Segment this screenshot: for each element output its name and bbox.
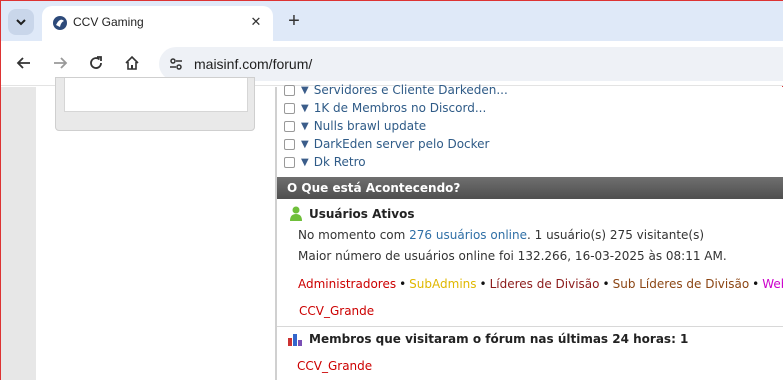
whats-happening-header: O Que está Acontecendo? (277, 177, 783, 199)
visited-members-label: Membros que visitaram o fórum nas última… (309, 332, 689, 346)
forum-page: ▼ Servidores e Cliente Darkeden... ▼ 1K … (1, 77, 783, 380)
thread-link[interactable]: Nulls brawl update (314, 119, 426, 133)
legend-subadmins[interactable]: SubAdmins (409, 277, 476, 291)
online-user-link[interactable]: CCV_Grande (299, 304, 374, 318)
new-tab-button[interactable]: + (283, 10, 305, 32)
legend-administradores[interactable]: Administradores (298, 277, 396, 291)
sidebar-panel-inner (64, 78, 248, 112)
legend-sub-lideres[interactable]: Sub Líderes de Divisão (613, 277, 750, 291)
user-icon (290, 206, 302, 221)
triangle-down-icon: ▼ (301, 120, 309, 132)
triangle-down-icon: ▼ (301, 84, 309, 96)
address-bar[interactable]: maisinf.com/forum/ (159, 47, 783, 81)
site-favicon-icon (53, 16, 67, 30)
reload-button[interactable] (84, 51, 108, 75)
triangle-down-icon: ▼ (301, 156, 309, 168)
online-record: Maior número de usuários online foi 132.… (298, 249, 727, 263)
page-gutter (1, 87, 36, 380)
thread-link[interactable]: Dk Retro (314, 155, 366, 169)
online-users-link[interactable]: 276 usuários online (409, 228, 527, 242)
active-users-label: Usuários Ativos (309, 206, 415, 221)
legend-separator: • (399, 277, 407, 291)
recent-threads-list: ▼ Servidores e Cliente Darkeden... ▼ 1K … (284, 81, 508, 171)
thread-checkbox[interactable] (284, 102, 295, 114)
home-button[interactable] (120, 51, 144, 75)
site-info-button[interactable] (166, 54, 186, 74)
legend-separator: • (602, 277, 610, 291)
triangle-down-icon: ▼ (301, 102, 309, 114)
online-summary: No momento com 276 usuários online. 1 us… (298, 228, 704, 242)
thread-link[interactable]: Servidores e Cliente Darkeden... (314, 83, 508, 97)
home-icon (125, 55, 139, 70)
close-tab-icon[interactable]: ✕ (247, 13, 265, 31)
online-prefix: No momento com (298, 228, 410, 242)
arrow-right-icon (54, 57, 68, 69)
tab-title: CCV Gaming (73, 15, 144, 29)
online-suffix: . 1 usuário(s) 275 visitante(s) (526, 228, 705, 242)
list-item: ▼ Servidores e Cliente Darkeden... (284, 81, 508, 99)
triangle-down-icon: ▼ (301, 138, 309, 150)
section-divider (277, 326, 783, 327)
sidebar-panel (55, 77, 255, 131)
tab-search-button[interactable] (8, 9, 34, 35)
thread-checkbox[interactable] (284, 120, 295, 132)
thread-checkbox[interactable] (284, 138, 295, 150)
thread-link[interactable]: 1K de Membros no Discord... (314, 101, 487, 115)
thread-checkbox[interactable] (284, 84, 295, 96)
arrow-left-icon (16, 57, 30, 69)
list-item: ▼ Nulls brawl update (284, 117, 508, 135)
legend-separator: • (479, 277, 487, 291)
legend-separator: • (752, 277, 760, 291)
list-item: ▼ Dk Retro (284, 153, 508, 171)
bar-chart-icon (288, 334, 302, 346)
column-divider (275, 87, 277, 380)
list-item: ▼ 1K de Membros no Discord... (284, 99, 508, 117)
chevron-down-icon (16, 19, 26, 26)
back-button[interactable] (12, 51, 36, 75)
group-legend: Administradores • SubAdmins • Líderes de Div… (298, 277, 783, 291)
tune-icon (170, 58, 182, 70)
visited-user-link[interactable]: CCV_Grande (297, 359, 372, 373)
reload-icon (90, 56, 102, 69)
forward-button[interactable] (48, 51, 72, 75)
list-item: ▼ DarkEden server pelo Docker (284, 135, 508, 153)
legend-web-des[interactable]: Web Des (762, 277, 783, 291)
url-text[interactable]: maisinf.com/forum/ (194, 56, 312, 72)
legend-lideres[interactable]: Líderes de Divisão (490, 277, 600, 291)
active-users-title: Usuários Ativos (289, 206, 414, 221)
visited-members-title: Membros que visitaram o fórum nas última… (287, 332, 688, 346)
thread-link[interactable]: DarkEden server pelo Docker (314, 137, 490, 151)
tab-bar: CCV Gaming ✕ + (1, 1, 783, 41)
thread-checkbox[interactable] (284, 156, 295, 168)
active-tab[interactable]: CCV Gaming ✕ (42, 6, 273, 41)
